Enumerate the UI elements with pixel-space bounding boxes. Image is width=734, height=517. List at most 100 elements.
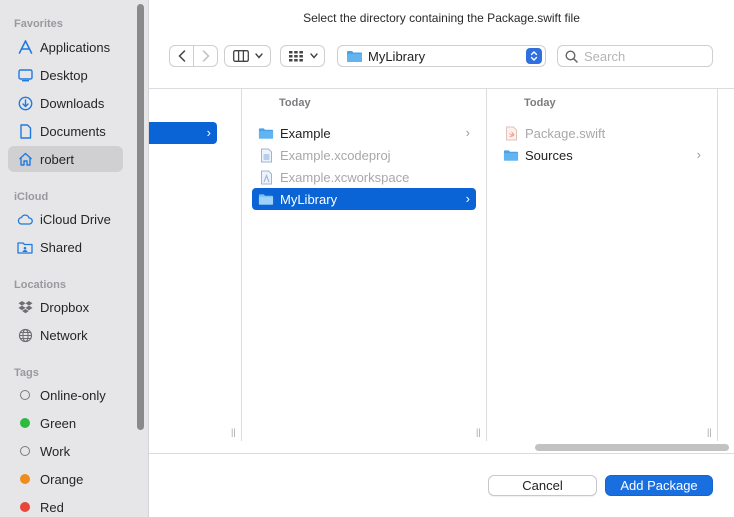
- sidebar-tag-work[interactable]: Work: [8, 438, 123, 464]
- column-heading: Today: [279, 97, 311, 109]
- swift-file-icon: [503, 125, 519, 141]
- sidebar-item-label: Shared: [40, 239, 82, 255]
- tag-dot-icon: [17, 387, 33, 403]
- applications-icon: [17, 39, 33, 55]
- xcodeproj-file-icon: [258, 147, 274, 163]
- dropbox-icon: [17, 299, 33, 315]
- sidebar-heading-tags: Tags: [14, 367, 39, 379]
- sidebar-item-icloud-drive[interactable]: iCloud Drive: [8, 206, 123, 232]
- column-resize-handle[interactable]: ||: [707, 427, 712, 437]
- sidebar-item-label: robert: [40, 151, 74, 167]
- sidebar-item-label: Dropbox: [40, 299, 90, 315]
- sidebar-item-downloads[interactable]: Downloads: [8, 90, 123, 116]
- location-popup[interactable]: MyLibrary: [337, 45, 546, 67]
- browser-column-root: › ||: [149, 89, 242, 441]
- sidebar-item-desktop[interactable]: Desktop: [8, 62, 123, 88]
- chevron-right-icon: ›: [206, 125, 211, 140]
- sidebar-tag-red[interactable]: Red: [8, 494, 123, 517]
- sidebar-item-label: Desktop: [40, 67, 88, 83]
- list-item-label: Example.xcworkspace: [280, 169, 410, 185]
- column-view-icon: [232, 50, 249, 62]
- horizontal-scrollbar[interactable]: [535, 444, 729, 451]
- list-item-sources[interactable]: Sources ›: [497, 144, 707, 166]
- sidebar-item-label: Online-only: [40, 387, 106, 403]
- chevron-right-icon: [202, 50, 210, 62]
- sidebar-tag-online-only[interactable]: Online-only: [8, 382, 123, 408]
- view-mode-button[interactable]: [224, 45, 271, 67]
- downloads-icon: [17, 95, 33, 111]
- sidebar-item-label: Applications: [40, 39, 111, 55]
- sidebar-tag-green[interactable]: Green: [8, 410, 123, 436]
- sidebar-item-dropbox[interactable]: Dropbox: [8, 294, 123, 320]
- sidebar-heading-locations: Locations: [14, 279, 66, 291]
- documents-icon: [17, 123, 33, 139]
- sidebar-item-label: Work: [40, 443, 71, 459]
- list-item-package-swift: Package.swift: [497, 122, 707, 144]
- column-resize-handle[interactable]: ||: [476, 427, 481, 437]
- column-resize-handle[interactable]: ||: [231, 427, 236, 437]
- chevron-down-icon: [309, 53, 318, 59]
- search-input[interactable]: [584, 48, 704, 64]
- browser-column-2: Today Package.swift Sources › ||: [487, 89, 718, 441]
- icloud-icon: [17, 211, 33, 227]
- sidebar-item-applications[interactable]: Applications: [8, 34, 123, 60]
- list-item-label: Sources: [525, 147, 573, 163]
- tag-dot-icon: [17, 415, 33, 431]
- sidebar-item-label: Green: [40, 415, 77, 431]
- dialog-title: Select the directory containing the Pack…: [303, 11, 580, 25]
- list-item-example[interactable]: Example ›: [252, 122, 476, 144]
- column-browser: › || Today Example › Example.xcodeproj E…: [149, 88, 734, 454]
- add-package-button[interactable]: Add Package: [605, 475, 713, 496]
- sidebar-heading-icloud: iCloud: [14, 191, 49, 203]
- home-icon: [17, 151, 33, 167]
- list-item-label: Example: [280, 125, 331, 141]
- folder-icon: [503, 147, 519, 163]
- sidebar-item-label: Downloads: [40, 95, 105, 111]
- folder-icon: [258, 125, 274, 141]
- chevron-left-icon: [177, 50, 185, 62]
- desktop-icon: [17, 67, 33, 83]
- sidebar-item-documents[interactable]: Documents: [8, 118, 123, 144]
- chevron-right-icon: ›: [465, 125, 470, 140]
- chevron-right-icon: ›: [465, 191, 470, 206]
- location-label: MyLibrary: [368, 48, 426, 64]
- sidebar: Favorites Applications Desktop Downloads…: [0, 0, 149, 517]
- list-item-xcodeproj: Example.xcodeproj: [252, 144, 476, 166]
- cancel-button[interactable]: Cancel: [488, 475, 597, 496]
- back-button[interactable]: [170, 46, 193, 66]
- browser-column-1: Today Example › Example.xcodeproj Exampl…: [242, 89, 487, 441]
- tag-dot-icon: [17, 499, 33, 515]
- grid-group-icon: [288, 51, 303, 62]
- group-button[interactable]: [280, 45, 325, 67]
- shared-folder-icon: [17, 239, 33, 255]
- tag-dot-icon: [17, 471, 33, 487]
- folder-icon: [258, 191, 274, 207]
- sidebar-scrollbar[interactable]: [137, 4, 144, 430]
- tag-dot-icon: [17, 443, 33, 459]
- sidebar-item-network[interactable]: Network: [8, 322, 123, 348]
- list-item-label: MyLibrary: [280, 191, 338, 207]
- sidebar-item-label: iCloud Drive: [40, 211, 111, 227]
- sidebar-item-label: Documents: [40, 123, 106, 139]
- list-item-selected-parent[interactable]: ›: [149, 122, 217, 144]
- sidebar-item-shared[interactable]: Shared: [8, 234, 123, 260]
- sidebar-tag-orange[interactable]: Orange: [8, 466, 123, 492]
- list-item-xcworkspace: Example.xcworkspace: [252, 166, 476, 188]
- list-item-label: Package.swift: [525, 125, 606, 141]
- popup-stepper-icon: [526, 48, 542, 64]
- sidebar-item-label: Red: [40, 499, 64, 515]
- column-heading: Today: [524, 97, 556, 109]
- sidebar-item-robert[interactable]: robert: [8, 146, 123, 172]
- search-icon: [565, 49, 578, 63]
- folder-icon: [347, 50, 362, 62]
- network-globe-icon: [17, 327, 33, 343]
- forward-button[interactable]: [193, 46, 217, 66]
- sidebar-heading-favorites: Favorites: [14, 18, 63, 30]
- search-field[interactable]: [557, 45, 713, 67]
- sidebar-item-label: Orange: [40, 471, 84, 487]
- sidebar-item-label: Network: [40, 327, 88, 343]
- back-forward-control: [169, 45, 218, 67]
- list-item-mylibrary[interactable]: MyLibrary ›: [252, 188, 476, 210]
- list-item-label: Example.xcodeproj: [280, 147, 391, 163]
- xcworkspace-file-icon: [258, 169, 274, 185]
